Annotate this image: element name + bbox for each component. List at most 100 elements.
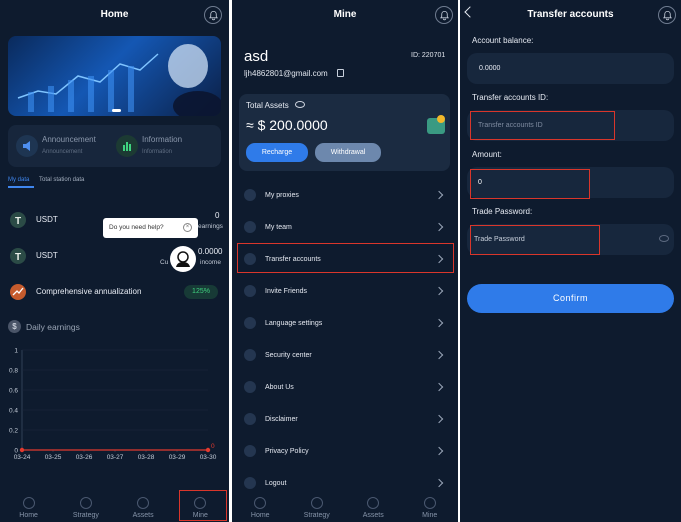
highlight-mine-tab	[179, 490, 227, 521]
menu-about-us[interactable]: About Us	[238, 375, 452, 399]
copy-icon[interactable]	[337, 69, 344, 77]
row1-label: USDT	[36, 215, 58, 224]
row2-label: USDT	[36, 251, 58, 260]
svg-text:T: T	[15, 216, 21, 227]
row1-sub: earnings	[198, 223, 223, 230]
highlight-amount	[470, 169, 590, 199]
wallet-icon	[427, 115, 445, 134]
menu-my-team[interactable]: My team	[238, 215, 452, 239]
recharge-button[interactable]: Recharge	[246, 143, 308, 162]
chevron-right-icon	[434, 446, 444, 456]
row2-sub-right: income	[200, 259, 221, 266]
bottom-nav: Home Strategy Assets Mine	[232, 492, 458, 522]
home-icon	[22, 497, 35, 509]
annualization-icon	[10, 284, 26, 300]
highlight-transfer-id	[470, 111, 615, 140]
total-assets-label: Total Assets	[246, 101, 289, 110]
nav-strategy[interactable]: Strategy	[57, 492, 114, 522]
data-point	[205, 447, 211, 453]
user-id: ID: 220701	[411, 52, 446, 59]
nav-mine[interactable]: Mine	[402, 492, 459, 522]
nav-strategy[interactable]: Strategy	[289, 492, 346, 522]
annualization-badge: 125%	[184, 285, 218, 299]
document-icon	[244, 413, 256, 425]
announcement-icon[interactable]	[16, 135, 38, 157]
proxies-icon	[244, 189, 256, 201]
information-icon[interactable]	[116, 135, 138, 157]
transfer-screen: Transfer accounts Account balance: 0.000…	[460, 0, 681, 522]
menu-disclaimer[interactable]: Disclaimer	[238, 407, 452, 431]
home-icon	[254, 497, 267, 509]
x-tick-label: 03-25	[45, 454, 62, 461]
chevron-right-icon	[434, 286, 444, 296]
customer-service-button[interactable]	[170, 246, 196, 272]
banner-image[interactable]	[8, 36, 221, 116]
y-tick-label: 0.2	[9, 428, 18, 435]
headset-icon	[176, 251, 190, 267]
nav-home[interactable]: Home	[0, 492, 57, 522]
menu-my-proxies[interactable]: My proxies	[238, 183, 452, 207]
bell-icon[interactable]	[435, 6, 453, 24]
row3-label: Comprehensive annualization	[36, 287, 142, 296]
bell-icon[interactable]	[658, 6, 676, 24]
transfer-id-label: Transfer accounts ID:	[472, 93, 549, 102]
svg-text:T: T	[15, 252, 21, 263]
daily-earnings-title: Daily earnings	[26, 322, 80, 332]
eye-icon[interactable]	[659, 235, 669, 242]
nav-home[interactable]: Home	[232, 492, 289, 522]
strategy-icon	[79, 497, 92, 509]
x-tick-label: 03-24	[14, 454, 31, 461]
help-bubble[interactable]: Do you need help? ×	[103, 218, 198, 238]
x-tick-label: 03-29	[169, 454, 186, 461]
nav-assets[interactable]: Assets	[115, 492, 172, 522]
y-tick-label: 0.8	[9, 368, 18, 375]
chevron-right-icon	[434, 414, 444, 424]
usdt-icon-2: T	[10, 248, 26, 264]
username: asd	[244, 48, 269, 65]
bell-icon[interactable]	[204, 6, 222, 24]
shortcut-card: Announcement Announcement Information In…	[8, 125, 221, 167]
tab-my-data[interactable]: My data	[8, 177, 29, 183]
announcement-title[interactable]: Announcement	[42, 135, 96, 144]
withdrawal-button[interactable]: Withdrawal	[315, 143, 381, 162]
shield-icon	[244, 349, 256, 361]
tab-total-station-data[interactable]: Total station data	[39, 177, 84, 183]
information-title[interactable]: Information	[142, 135, 182, 144]
dollar-icon: $	[8, 320, 21, 333]
menu-invite-friends[interactable]: Invite Friends	[238, 279, 452, 303]
usdt-icon: T	[10, 212, 26, 228]
chevron-right-icon	[434, 318, 444, 328]
total-assets-card: Total Assets ≈ $ 200.0000 Recharge Withd…	[239, 94, 450, 171]
announcement-sub: Announcement	[42, 149, 83, 155]
nav-assets[interactable]: Assets	[345, 492, 402, 522]
invite-icon	[244, 285, 256, 297]
x-tick-label: 03-26	[76, 454, 93, 461]
x-tick-label: 03-28	[138, 454, 155, 461]
team-icon	[244, 221, 256, 233]
balance-label: Account balance:	[472, 36, 534, 45]
eye-icon[interactable]	[295, 101, 305, 108]
menu-privacy-policy[interactable]: Privacy Policy	[238, 439, 452, 463]
user-email: ljh4862801@gmail.com	[244, 69, 328, 78]
balance-value: 0.0000	[479, 65, 501, 72]
balance-field: 0.0000	[467, 53, 674, 84]
language-icon	[244, 317, 256, 329]
y-tick-label: 0.4	[9, 408, 18, 415]
logout-icon	[244, 477, 256, 489]
home-title: Home	[100, 9, 129, 20]
menu-security-center[interactable]: Security center	[238, 343, 452, 367]
strategy-icon	[310, 497, 323, 509]
mine-screen: Mine asd ID: 220701 ljh4862801@gmail.com…	[232, 0, 458, 522]
y-tick-label: 1	[14, 348, 18, 355]
daily-earnings-chart: 1 0.8 0.6 0.4 0.2 0 03-24 03-25 03-26 03-27 03-28 0…	[9, 348, 217, 462]
total-assets-value: ≈ $ 200.0000	[246, 117, 328, 133]
confirm-button[interactable]: Confirm	[467, 284, 674, 313]
row1-value: 0	[215, 211, 220, 220]
menu-language-settings[interactable]: Language settings	[238, 311, 452, 335]
chevron-right-icon	[434, 190, 444, 200]
privacy-icon	[244, 445, 256, 457]
chevron-right-icon	[434, 478, 444, 488]
chevron-right-icon	[434, 222, 444, 232]
amount-label: Amount:	[472, 150, 502, 159]
close-icon[interactable]: ×	[183, 223, 192, 232]
